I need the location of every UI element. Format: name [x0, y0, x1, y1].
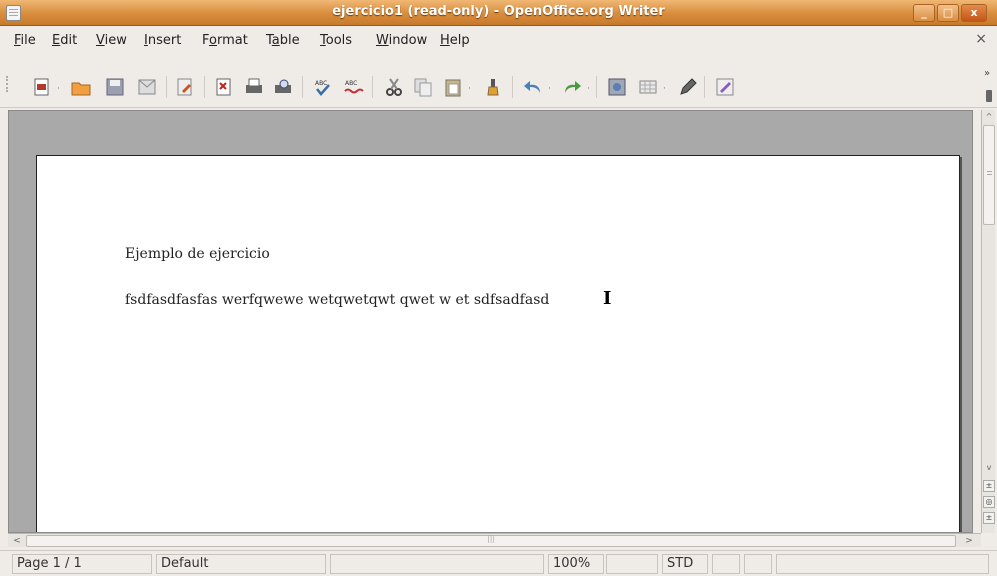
show-draw-functions-icon[interactable]: [676, 76, 698, 98]
table-icon[interactable]: [637, 76, 659, 98]
paste-icon[interactable]: [442, 76, 464, 98]
horizontal-scrollbar[interactable]: < >: [8, 533, 981, 547]
menu-help-label: elp: [449, 33, 470, 48]
undo-icon[interactable]: [522, 76, 544, 98]
gallery-icon[interactable]: [714, 76, 736, 98]
toolbar-separator: [166, 76, 167, 98]
autospellcheck-icon[interactable]: ABC: [342, 76, 364, 98]
toolbar-options-icon[interactable]: [986, 90, 992, 102]
window-title: ejercicio1 (read-only) - OpenOffice.org …: [332, 4, 665, 19]
page-indicator[interactable]: Page 1 / 1: [12, 554, 152, 574]
page-style[interactable]: Default: [156, 554, 326, 574]
menu-format-label: rmat: [216, 33, 248, 48]
table-dropdown-icon[interactable]: ·: [663, 84, 666, 94]
vertical-scroll-thumb[interactable]: [983, 125, 995, 225]
horizontal-scroll-thumb[interactable]: [26, 534, 956, 547]
copy-icon[interactable]: [412, 76, 434, 98]
save-icon[interactable]: [104, 76, 126, 98]
minimize-button[interactable]: _: [913, 4, 935, 22]
toolbar-separator: [372, 76, 373, 98]
scroll-left-icon[interactable]: <: [10, 535, 24, 547]
toolbar-separator: [704, 76, 705, 98]
toolbar-separator: [512, 76, 513, 98]
menu-view-label: iew: [104, 33, 127, 48]
insert-mode-field[interactable]: [606, 554, 658, 574]
next-page-button[interactable]: ±: [983, 512, 995, 524]
paste-dropdown-icon[interactable]: ·: [468, 84, 471, 94]
previous-page-button[interactable]: ±: [983, 480, 995, 492]
new-document-icon[interactable]: [31, 76, 53, 98]
close-document-icon[interactable]: ×: [975, 31, 987, 47]
menu-table-mnemonic: a: [271, 33, 280, 48]
menu-format[interactable]: Format: [202, 33, 248, 48]
redo-icon[interactable]: [561, 76, 583, 98]
svg-text:ABC: ABC: [315, 80, 327, 87]
menu-format-mnemonic: o: [209, 33, 217, 48]
new-dropdown-icon[interactable]: ·: [57, 84, 60, 94]
print-preview-icon[interactable]: [272, 76, 294, 98]
menu-help[interactable]: Help: [440, 33, 470, 48]
document-canvas: Ejemplo de ejercicio fsdfasdfasfas werfq…: [8, 110, 973, 533]
modified-indicator: [712, 554, 740, 574]
paragraph-body[interactable]: fsdfasdfasfas werfqwewe wetqwetqwt qwet …: [125, 292, 549, 308]
menu-table-label: ble: [279, 33, 300, 48]
export-pdf-icon[interactable]: [213, 76, 235, 98]
navigation-icon[interactable]: ◎: [983, 496, 995, 508]
toolbar-separator: [204, 76, 205, 98]
menu-bar: File Edit View Insert Format Table Tools…: [0, 27, 997, 55]
language-field: [330, 554, 544, 574]
menu-table[interactable]: Table: [266, 33, 300, 48]
object-info-field: [776, 554, 989, 574]
menu-edit-label: dit: [60, 33, 78, 48]
selection-mode[interactable]: STD: [662, 554, 708, 574]
status-bar: Page 1 / 1 Default 100% STD: [0, 550, 997, 576]
toolbar-separator: [302, 76, 303, 98]
menu-file[interactable]: File: [14, 33, 36, 48]
paragraph-heading[interactable]: Ejemplo de ejercicio: [125, 246, 270, 262]
close-window-button[interactable]: x: [961, 4, 987, 22]
menu-format-pre: F: [202, 33, 210, 48]
vertical-scrollbar[interactable]: ^ v ± ◎ ±: [981, 110, 995, 533]
menu-window[interactable]: Window: [376, 33, 427, 48]
navigator-icon[interactable]: [606, 76, 628, 98]
print-icon[interactable]: [243, 76, 265, 98]
email-icon[interactable]: [136, 76, 158, 98]
menu-help-mnemonic: H: [440, 33, 450, 48]
toolbar-grip[interactable]: [6, 76, 10, 92]
open-icon[interactable]: [70, 76, 92, 98]
scroll-up-icon[interactable]: ^: [983, 111, 995, 123]
spellcheck-icon[interactable]: ABC: [312, 76, 334, 98]
menu-insert-label: nsert: [147, 33, 182, 48]
scroll-down-icon[interactable]: v: [983, 462, 995, 474]
zoom-level[interactable]: 100%: [548, 554, 604, 574]
menu-edit[interactable]: Edit: [52, 33, 77, 48]
standard-toolbar: · ABC ABC · · · · »: [0, 56, 997, 108]
menu-tools[interactable]: Tools: [320, 33, 352, 48]
menu-window-mnemonic: W: [376, 33, 389, 48]
redo-dropdown-icon[interactable]: ·: [587, 84, 590, 94]
text-cursor-icon: I: [603, 288, 612, 309]
undo-dropdown-icon[interactable]: ·: [548, 84, 551, 94]
cut-icon[interactable]: [383, 76, 405, 98]
menu-tools-label: ools: [325, 33, 353, 48]
document-page[interactable]: Ejemplo de ejercicio fsdfasdfasfas werfq…: [36, 155, 960, 532]
menu-view[interactable]: View: [96, 33, 127, 48]
menu-insert[interactable]: Insert: [144, 33, 181, 48]
scroll-right-icon[interactable]: >: [962, 535, 976, 547]
title-bar: ejercicio1 (read-only) - OpenOffice.org …: [0, 0, 997, 26]
svg-text:ABC: ABC: [345, 80, 357, 87]
toolbar-overflow-icon[interactable]: »: [984, 68, 990, 79]
menu-file-label: ile: [20, 33, 36, 48]
menu-view-mnemonic: V: [96, 33, 105, 48]
menu-window-label: indow: [388, 33, 428, 48]
signature-field[interactable]: [744, 554, 772, 574]
maximize-button[interactable]: □: [937, 4, 959, 22]
toolbar-separator: [596, 76, 597, 98]
menu-edit-mnemonic: E: [52, 33, 61, 48]
edit-file-icon[interactable]: [174, 76, 196, 98]
clone-formatting-icon[interactable]: [482, 76, 504, 98]
